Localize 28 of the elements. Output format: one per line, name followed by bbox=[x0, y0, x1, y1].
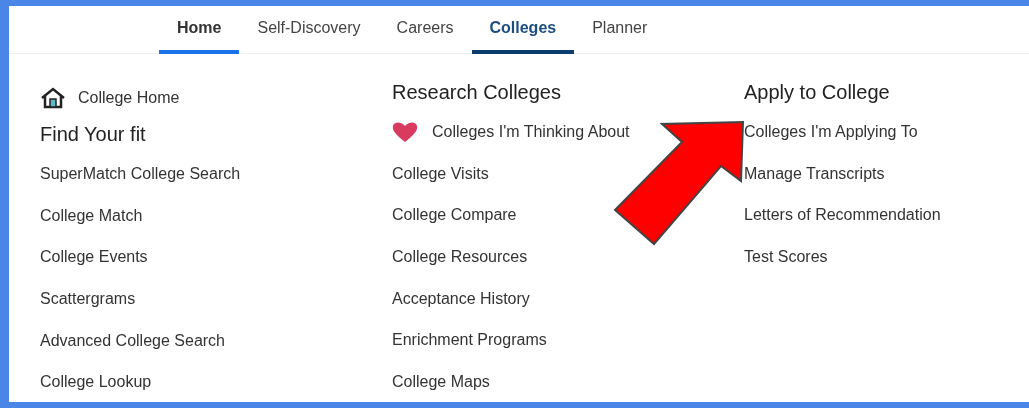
section-heading: Apply to College bbox=[744, 79, 890, 105]
nav-tab[interactable]: Self-Discovery bbox=[239, 6, 379, 54]
menu-link[interactable]: College Resources bbox=[392, 236, 528, 278]
menu-link[interactable]: Enrichment Programs bbox=[392, 319, 547, 362]
menu-link[interactable]: College Maps bbox=[392, 361, 490, 403]
nav-tab[interactable]: Colleges bbox=[471, 6, 575, 54]
menu-link[interactable]: Scattergrams bbox=[40, 278, 136, 320]
section-heading: Research Colleges bbox=[392, 79, 561, 105]
nav-tab[interactable]: Home bbox=[159, 6, 240, 54]
heart-icon bbox=[392, 120, 418, 143]
menu-link[interactable]: Acceptance History bbox=[392, 277, 530, 320]
menu-link[interactable]: College Home bbox=[40, 81, 180, 115]
menu-link[interactable]: College Lookup bbox=[40, 361, 152, 404]
menu-link[interactable]: Letters of Recommendation bbox=[744, 194, 941, 237]
menu-link[interactable]: Manage Transcripts bbox=[744, 152, 885, 195]
menu-link[interactable]: College Compare bbox=[392, 194, 517, 237]
nav-tab[interactable]: Careers bbox=[378, 6, 472, 54]
section-heading: Find Your fit bbox=[40, 121, 146, 147]
menu-link[interactable]: Colleges I'm Applying To bbox=[744, 111, 918, 153]
menu-link[interactable]: Colleges I'm Thinking About bbox=[392, 111, 630, 153]
menu-link[interactable]: College Match bbox=[40, 194, 143, 237]
nav-tab[interactable]: Planner bbox=[574, 6, 666, 54]
menu-link[interactable]: College Events bbox=[40, 236, 148, 279]
menu-link[interactable]: SuperMatch College Search bbox=[40, 153, 241, 195]
menu-link[interactable]: Advanced College Search bbox=[40, 319, 225, 362]
house-icon bbox=[40, 87, 66, 109]
menu-link[interactable]: Test Scores bbox=[744, 236, 828, 278]
menu-link[interactable]: College Visits bbox=[392, 152, 489, 195]
